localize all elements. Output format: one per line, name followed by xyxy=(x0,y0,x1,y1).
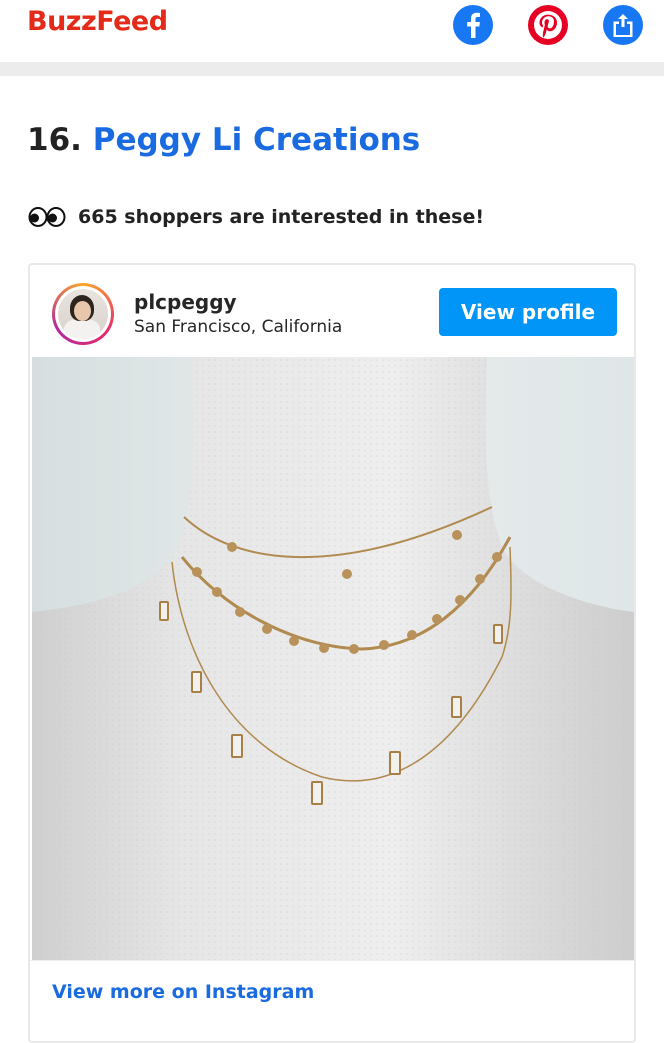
share-button[interactable] xyxy=(603,5,643,45)
pinterest-share-button[interactable] xyxy=(528,5,568,45)
item-heading: 16. Peggy Li Creations xyxy=(27,118,420,162)
interest-line: 665 shoppers are interested in these! xyxy=(28,202,484,232)
item-title-link[interactable]: Peggy Li Creations xyxy=(93,122,421,158)
header-divider xyxy=(0,62,664,76)
view-more-on-instagram-link[interactable]: View more on Instagram xyxy=(52,981,314,1003)
eyes-icon xyxy=(28,207,68,227)
instagram-username[interactable]: plcpeggy xyxy=(134,290,237,314)
top-bar: BuzzFeed xyxy=(0,0,664,62)
card-divider xyxy=(30,960,634,961)
view-profile-button[interactable]: View profile xyxy=(439,288,617,336)
item-number: 16. xyxy=(27,122,82,158)
instagram-location[interactable]: San Francisco, California xyxy=(134,317,342,337)
buzzfeed-logo[interactable]: BuzzFeed xyxy=(27,6,168,37)
share-icon xyxy=(613,14,633,37)
instagram-embed-card: plcpeggy San Francisco, California View … xyxy=(28,263,636,1043)
profile-avatar[interactable] xyxy=(52,283,114,345)
interest-text: 665 shoppers are interested in these! xyxy=(78,206,485,228)
facebook-icon xyxy=(467,12,480,39)
pinterest-icon xyxy=(534,11,562,39)
facebook-share-button[interactable] xyxy=(453,5,493,45)
instagram-post-image[interactable] xyxy=(32,357,634,960)
